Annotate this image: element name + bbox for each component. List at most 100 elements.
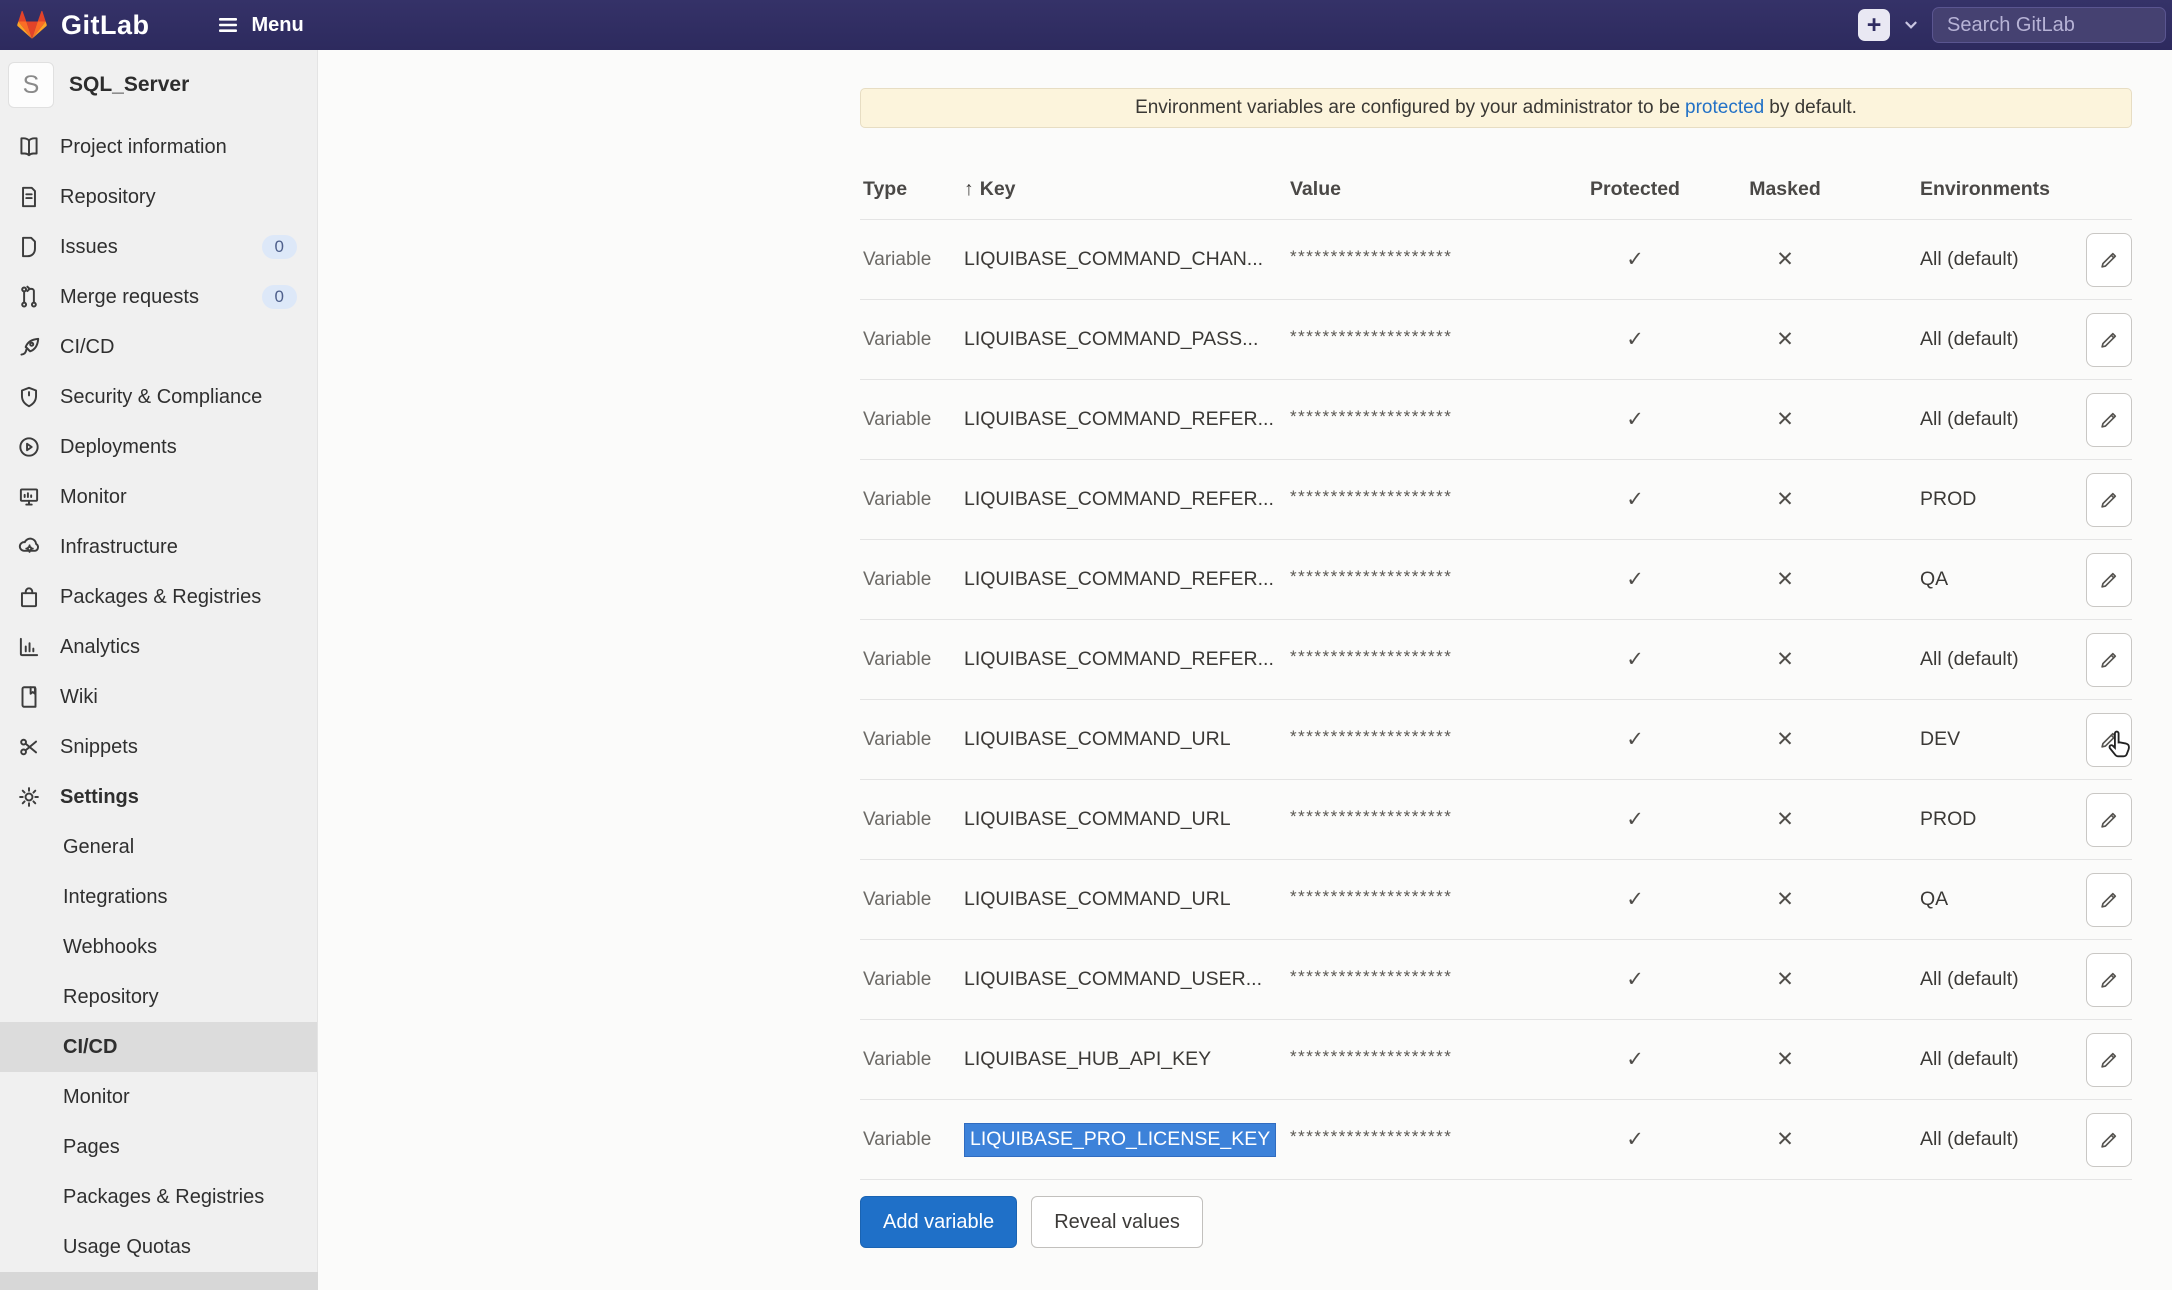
settings-subitem-monitor[interactable]: Monitor <box>0 1072 317 1122</box>
variable-row: Variable LIQUIBASE_COMMAND_PASS... *****… <box>860 300 2132 380</box>
protected-check-icon: ✓ <box>1560 967 1710 992</box>
settings-subitem-general[interactable]: General <box>0 822 317 872</box>
search-input[interactable] <box>1932 7 2166 43</box>
banner-text-after: by default. <box>1769 97 1857 119</box>
protected-check-icon: ✓ <box>1560 487 1710 512</box>
col-header-key[interactable]: ↑Key <box>964 178 1290 201</box>
settings-subitem-integrations[interactable]: Integrations <box>0 872 317 922</box>
variable-environments: All (default) <box>1860 328 2086 351</box>
sidebar-item-ci-cd[interactable]: CI/CD <box>0 322 317 372</box>
masked-x-icon: ✕ <box>1710 647 1860 672</box>
edit-variable-button[interactable] <box>2086 1113 2132 1167</box>
add-variable-button[interactable]: Add variable <box>860 1196 1017 1248</box>
variable-value-masked: ******************** <box>1290 727 1560 747</box>
variable-type: Variable <box>860 649 964 671</box>
edit-variable-button[interactable] <box>2086 633 2132 687</box>
variable-environments: All (default) <box>1860 1128 2086 1151</box>
variable-type: Variable <box>860 969 964 991</box>
variable-value-masked: ******************** <box>1290 487 1560 507</box>
sidebar-item-merge-requests[interactable]: Merge requests 0 <box>0 272 317 322</box>
sidebar-item-monitor[interactable]: Monitor <box>0 472 317 522</box>
navbar-right-group: + <box>1858 7 2172 43</box>
protected-check-icon: ✓ <box>1560 567 1710 592</box>
masked-x-icon: ✕ <box>1710 1047 1860 1072</box>
protected-link[interactable]: protected <box>1685 97 1764 119</box>
settings-subitem-usage-quotas[interactable]: Usage Quotas <box>0 1222 317 1272</box>
variable-environments: All (default) <box>1860 648 2086 671</box>
settings-subitem-packages-registries[interactable]: Packages & Registries <box>0 1172 317 1222</box>
variable-value-masked: ******************** <box>1290 967 1560 987</box>
variable-key: LIQUIBASE_COMMAND_REFER... <box>964 648 1290 671</box>
project-name: SQL_Server <box>69 73 189 97</box>
new-item-plus-button[interactable]: + <box>1858 9 1890 41</box>
variable-key: LIQUIBASE_HUB_API_KEY <box>964 1048 1290 1071</box>
analytics-icon <box>16 634 42 660</box>
edit-variable-button[interactable] <box>2086 313 2132 367</box>
variable-row: Variable LIQUIBASE_HUB_API_KEY *********… <box>860 1020 2132 1100</box>
masked-x-icon: ✕ <box>1710 567 1860 592</box>
sidebar-item-analytics[interactable]: Analytics <box>0 622 317 672</box>
reveal-values-button[interactable]: Reveal values <box>1031 1196 1203 1248</box>
edit-variable-button[interactable] <box>2086 473 2132 527</box>
settings-subitem-pages[interactable]: Pages <box>0 1122 317 1172</box>
variable-value-masked: ******************** <box>1290 327 1560 347</box>
gitlab-logo[interactable]: GitLab <box>0 9 150 41</box>
menu-button[interactable]: Menu <box>216 13 304 37</box>
sidebar-item-repository[interactable]: Repository <box>0 172 317 222</box>
edit-variable-button[interactable] <box>2086 713 2132 767</box>
edit-variable-button[interactable] <box>2086 233 2132 287</box>
protected-check-icon: ✓ <box>1560 327 1710 352</box>
protected-check-icon: ✓ <box>1560 1047 1710 1072</box>
deployments-icon <box>16 434 42 460</box>
col-header-environments: Environments <box>1860 178 2086 201</box>
variable-key: LIQUIBASE_PRO_LICENSE_KEY <box>964 1128 1290 1151</box>
sidebar-bottom-strip <box>0 1272 318 1290</box>
masked-x-icon: ✕ <box>1710 407 1860 432</box>
edit-variable-button[interactable] <box>2086 1033 2132 1087</box>
sidebar-item-deployments[interactable]: Deployments <box>0 422 317 472</box>
project-avatar: S <box>8 62 54 108</box>
main-content: Environment variables are configured by … <box>860 50 2132 1248</box>
monitor-icon <box>16 484 42 510</box>
edit-variable-button[interactable] <box>2086 553 2132 607</box>
variable-environments: All (default) <box>1860 248 2086 271</box>
variable-environments: PROD <box>1860 488 2086 511</box>
masked-x-icon: ✕ <box>1710 247 1860 272</box>
edit-variable-button[interactable] <box>2086 393 2132 447</box>
table-actions: Add variable Reveal values <box>860 1196 2132 1248</box>
variable-environments: QA <box>1860 568 2086 591</box>
variable-key: LIQUIBASE_COMMAND_USER... <box>964 968 1290 991</box>
snippets-icon <box>16 734 42 760</box>
chevron-down-icon[interactable] <box>1902 16 1920 34</box>
count-badge: 0 <box>262 285 297 309</box>
settings-subitem-webhooks[interactable]: Webhooks <box>0 922 317 972</box>
settings-subitem-repository[interactable]: Repository <box>0 972 317 1022</box>
edit-variable-button[interactable] <box>2086 793 2132 847</box>
edit-variable-button[interactable] <box>2086 873 2132 927</box>
infrastructure-icon <box>16 534 42 560</box>
settings-subitem-ci-cd[interactable]: CI/CD <box>0 1022 317 1072</box>
sidebar-item-settings[interactable]: Settings <box>0 772 317 822</box>
variable-key: LIQUIBASE_COMMAND_CHAN... <box>964 248 1290 271</box>
gitlab-cicd-variables-page: { "navbar": { "logo_text": "GitLab", "me… <box>0 0 2172 1290</box>
sidebar-item-packages-registries[interactable]: Packages & Registries <box>0 572 317 622</box>
sidebar-item-snippets[interactable]: Snippets <box>0 722 317 772</box>
edit-variable-button[interactable] <box>2086 953 2132 1007</box>
variable-environments: PROD <box>1860 808 2086 831</box>
masked-x-icon: ✕ <box>1710 967 1860 992</box>
protected-check-icon: ✓ <box>1560 647 1710 672</box>
protected-check-icon: ✓ <box>1560 407 1710 432</box>
protected-check-icon: ✓ <box>1560 727 1710 752</box>
variable-type: Variable <box>860 329 964 351</box>
sidebar-item-issues[interactable]: Issues 0 <box>0 222 317 272</box>
sidebar-item-infrastructure[interactable]: Infrastructure <box>0 522 317 572</box>
sidebar-item-security-compliance[interactable]: Security & Compliance <box>0 372 317 422</box>
project-header[interactable]: S SQL_Server <box>0 50 317 122</box>
variable-row: Variable LIQUIBASE_COMMAND_USER... *****… <box>860 940 2132 1020</box>
sidebar-item-project-information[interactable]: Project information <box>0 122 317 172</box>
hamburger-icon <box>216 13 240 37</box>
sidebar-item-wiki[interactable]: Wiki <box>0 672 317 722</box>
table-body: Variable LIQUIBASE_COMMAND_CHAN... *****… <box>860 220 2132 1180</box>
variable-environments: All (default) <box>1860 1048 2086 1071</box>
variable-environments: DEV <box>1860 728 2086 751</box>
